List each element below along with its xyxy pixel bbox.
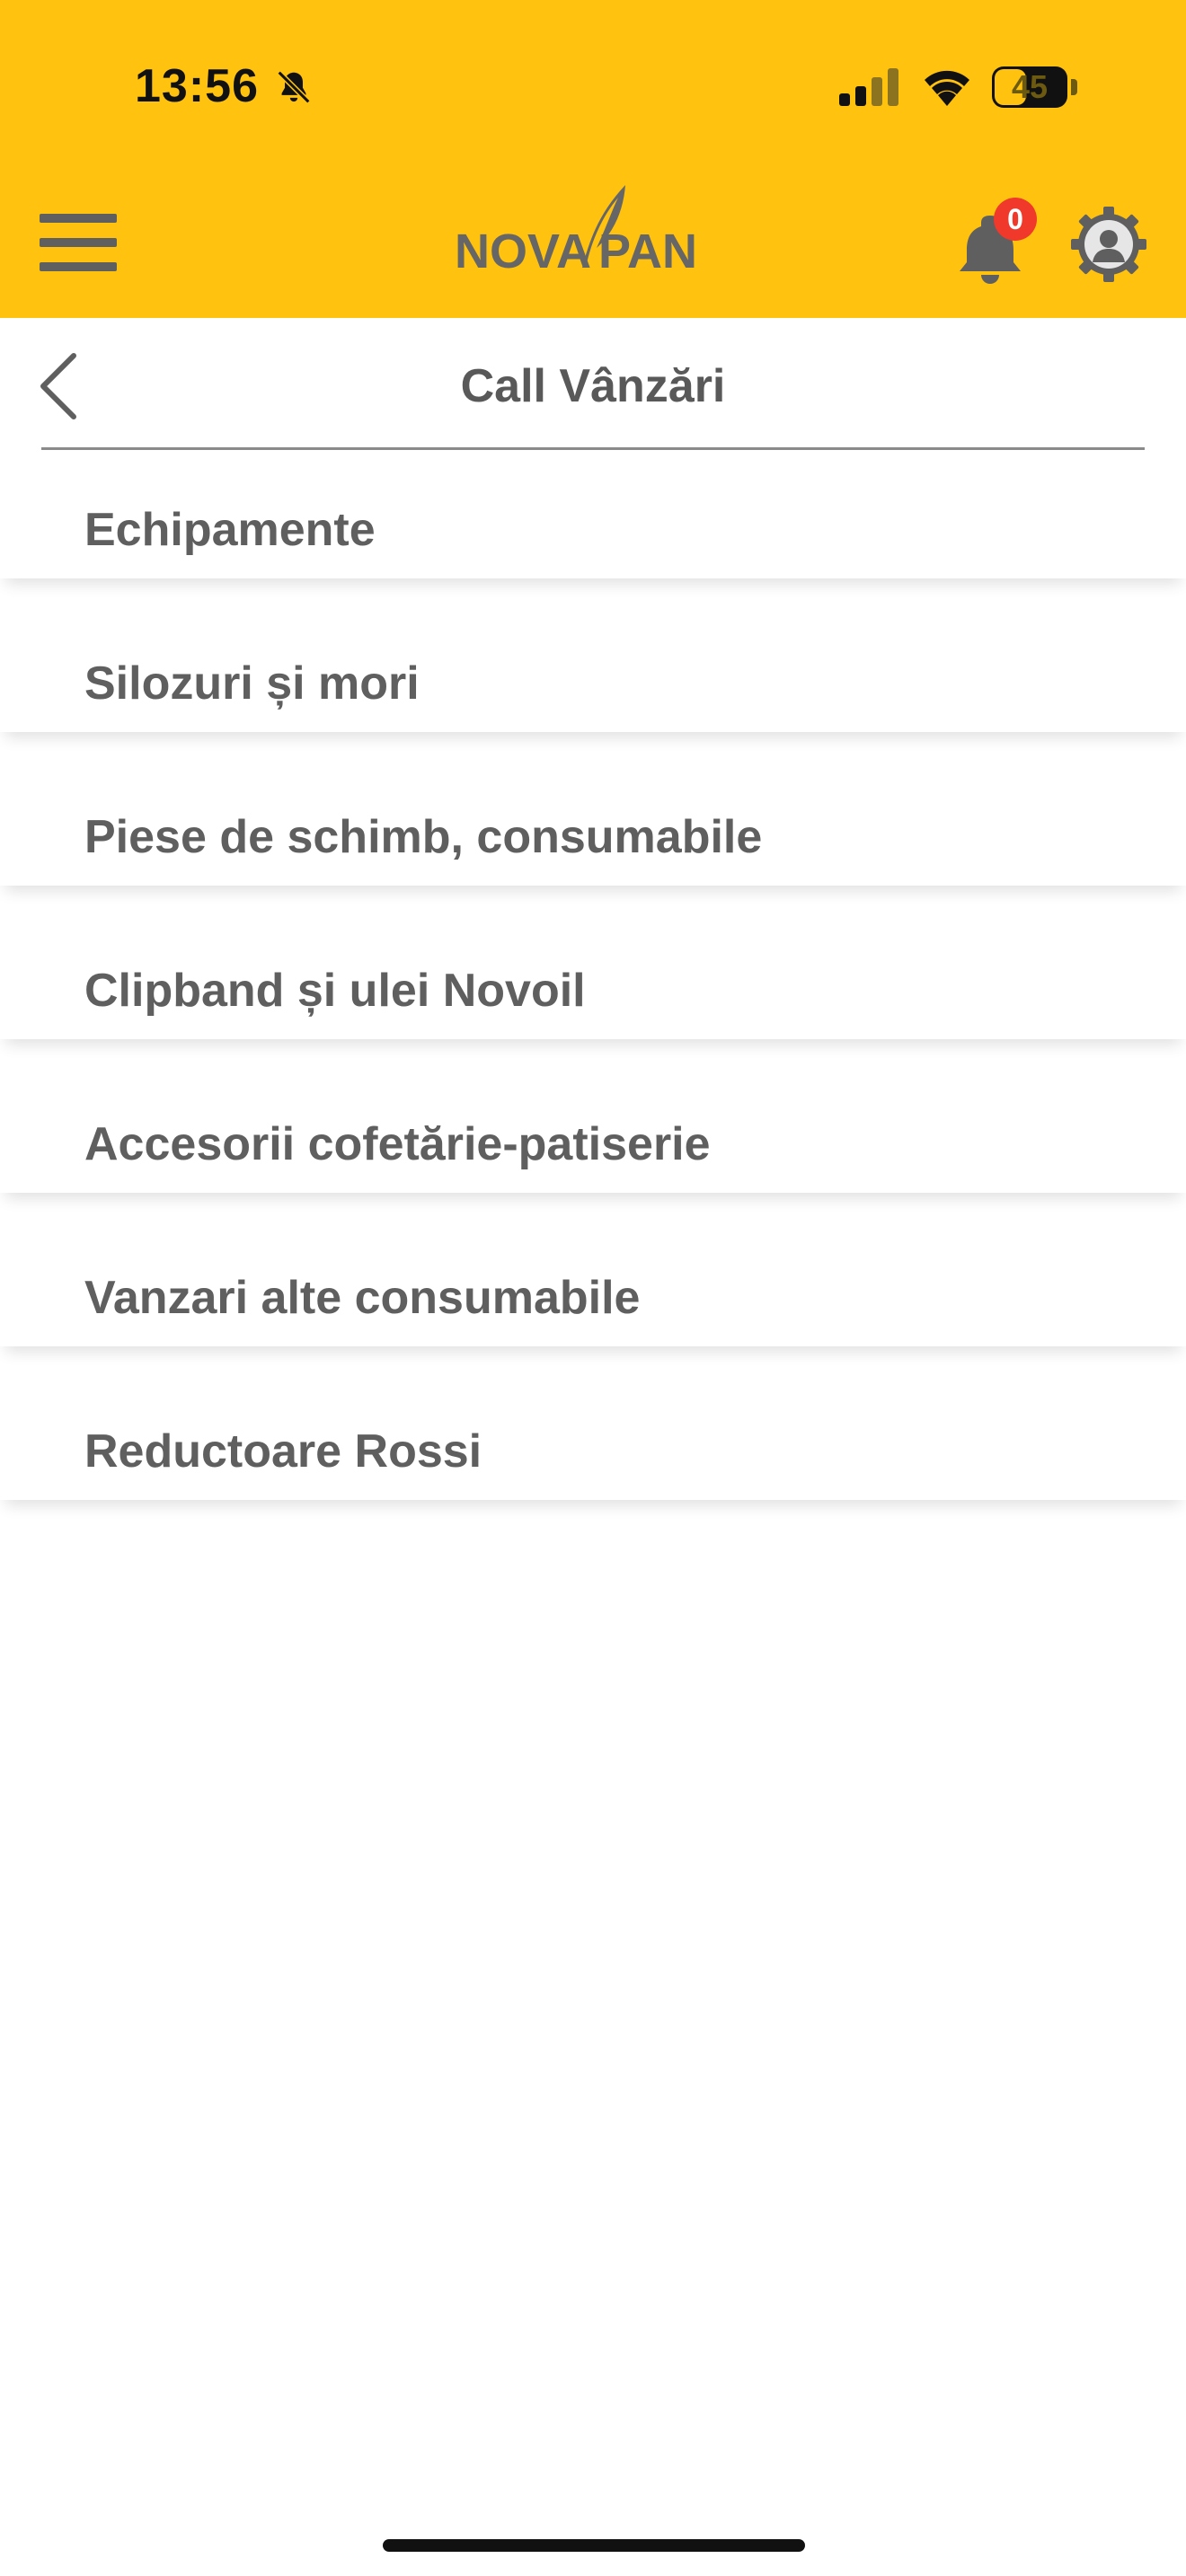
cellular-signal-icon bbox=[839, 68, 898, 106]
wifi-icon bbox=[925, 70, 969, 106]
list-item-label: Vanzari alte consumabile bbox=[84, 1272, 641, 1324]
page-title: Call Vânzări bbox=[460, 360, 726, 412]
battery-cap bbox=[1071, 79, 1077, 95]
profile-settings-icon[interactable] bbox=[1071, 207, 1146, 282]
notification-count-badge: 0 bbox=[994, 198, 1037, 241]
battery-indicator: 45 bbox=[992, 66, 1078, 108]
list-item-piese-de-schimb[interactable]: Piese de schimb, consumabile bbox=[0, 758, 1186, 886]
status-time: 13:56 bbox=[135, 60, 259, 112]
list-item-vanzari-alte-consumabile[interactable]: Vanzari alte consumabile bbox=[0, 1219, 1186, 1346]
home-indicator[interactable] bbox=[383, 2539, 805, 2552]
hamburger-menu-icon[interactable] bbox=[40, 214, 117, 271]
bell-off-icon bbox=[277, 70, 311, 104]
logo-text-left: NOVA bbox=[455, 225, 591, 277]
list-item-accesorii-cofetarie[interactable]: Accesorii cofetărie-patiserie bbox=[0, 1065, 1186, 1193]
battery-body: 45 bbox=[992, 66, 1067, 108]
list-item-label: Clipband și ulei Novoil bbox=[84, 965, 586, 1017]
battery-level: 45 bbox=[1011, 68, 1049, 105]
list-item-clipband-ulei[interactable]: Clipband și ulei Novoil bbox=[0, 912, 1186, 1039]
list-item-label: Reductoare Rossi bbox=[84, 1425, 482, 1478]
list-item-echipamente[interactable]: Echipamente bbox=[0, 451, 1186, 578]
app-screen: 13:56 45 NOVA PAN 0 Call Vânzări Echipam… bbox=[0, 0, 1186, 2576]
list-item-reductoare-rossi[interactable]: Reductoare Rossi bbox=[0, 1372, 1186, 1500]
category-list: Echipamente Silozuri și mori Piese de sc… bbox=[0, 451, 1186, 1526]
title-divider bbox=[41, 447, 1145, 450]
list-item-silozuri-si-mori[interactable]: Silozuri și mori bbox=[0, 604, 1186, 732]
list-item-label: Accesorii cofetărie-patiserie bbox=[84, 1118, 711, 1170]
list-item-label: Silozuri și mori bbox=[84, 657, 420, 710]
logo-text-right: PAN bbox=[598, 225, 697, 277]
novapan-logo: NOVA PAN bbox=[455, 185, 697, 277]
list-item-label: Echipamente bbox=[84, 504, 376, 556]
list-item-label: Piese de schimb, consumabile bbox=[84, 811, 763, 863]
